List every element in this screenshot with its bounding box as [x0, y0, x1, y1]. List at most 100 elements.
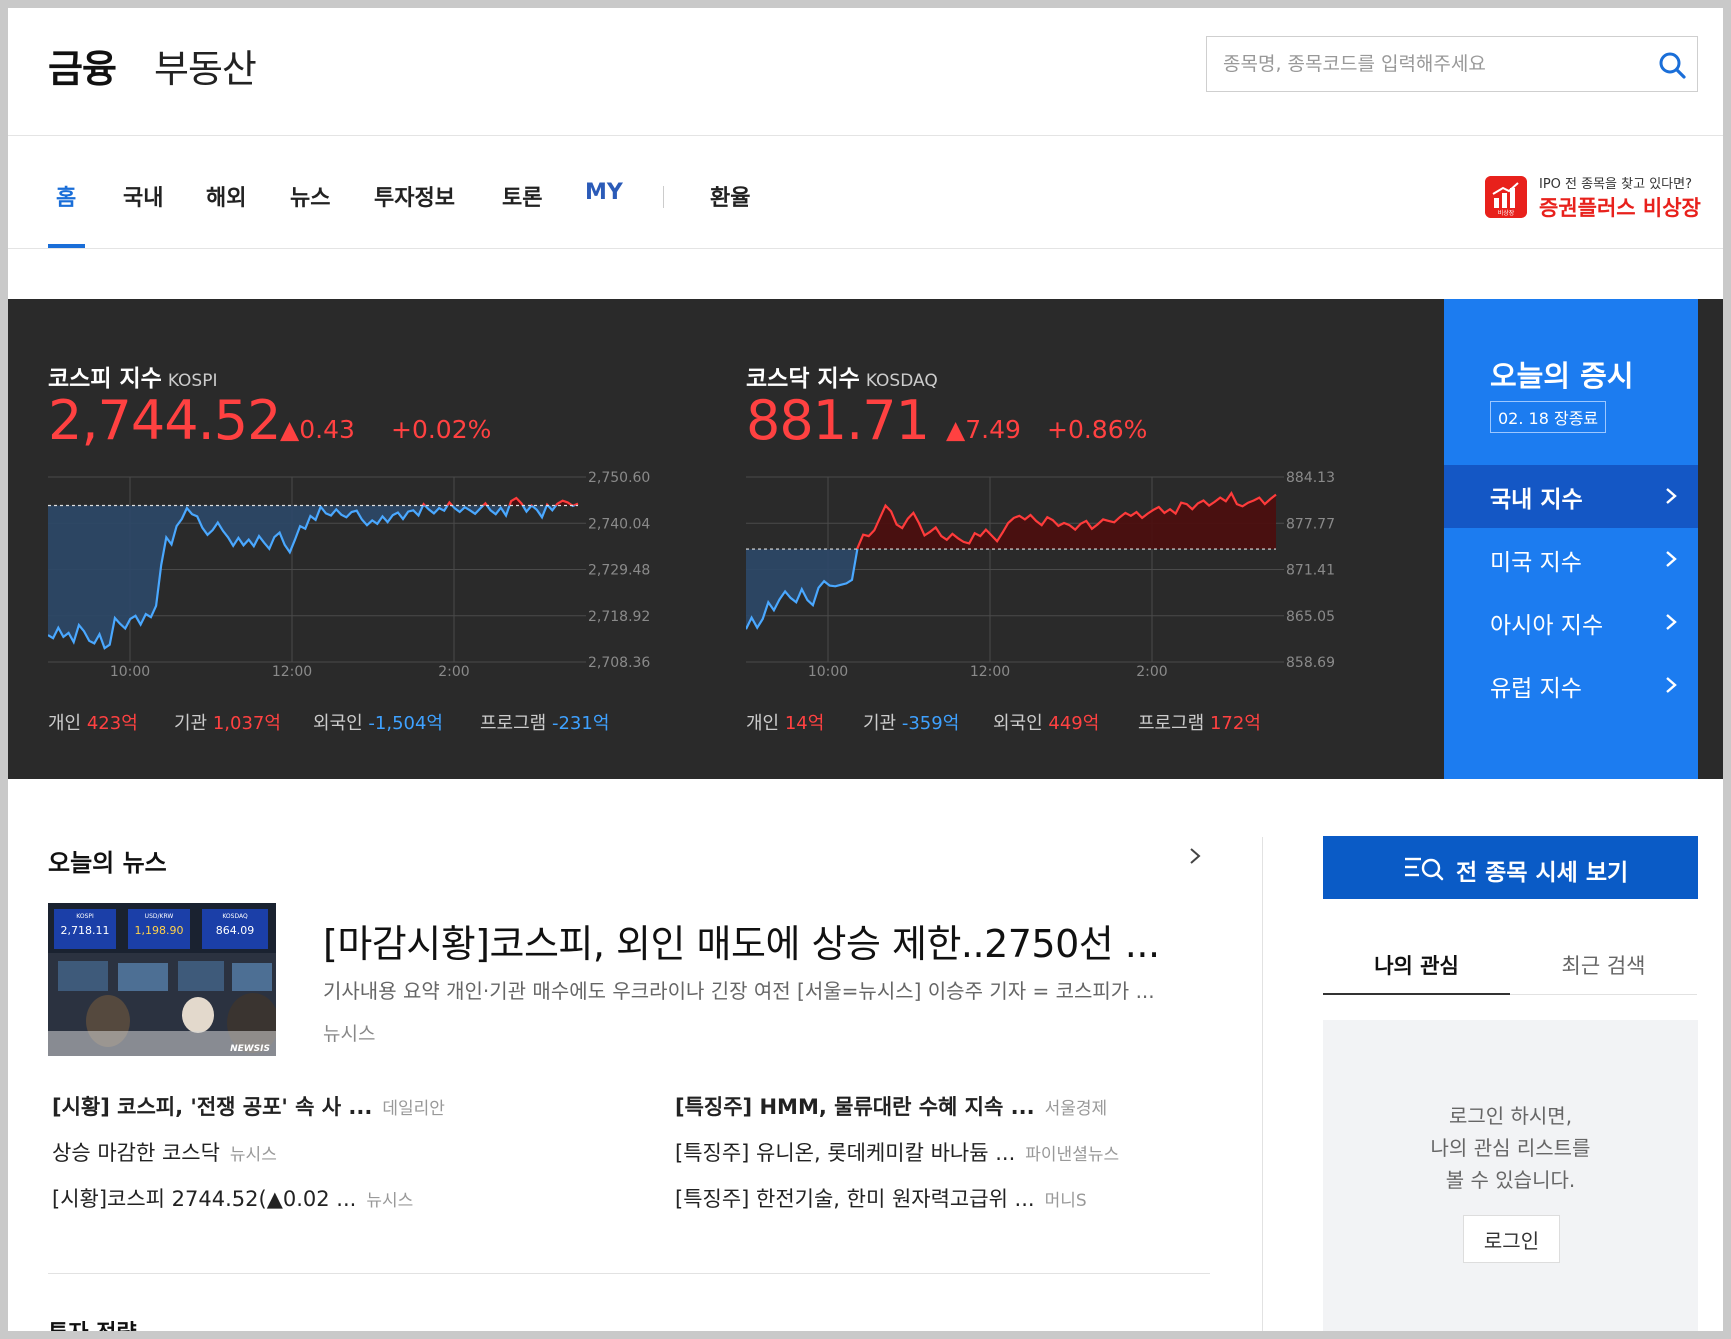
- tab-my-interest[interactable]: 나의 관심: [1323, 928, 1510, 995]
- flow-label: 개인: [48, 713, 87, 734]
- news-section-title: 오늘의 뉴스: [48, 849, 167, 877]
- site-header: 금융 부동산: [8, 8, 1723, 136]
- today-item-label: 국내 지수: [1490, 487, 1583, 513]
- nav-overseas[interactable]: 해외: [206, 180, 246, 212]
- news-list-item[interactable]: [특징주] 유니온, 롯데케미칼 바나듐 ... 파이낸셜뉴스: [675, 1137, 1119, 1167]
- board-value: 2,718.11: [61, 924, 110, 937]
- flow-value: -231억: [551, 713, 610, 734]
- y-tick-label: 2,740.04: [588, 516, 650, 532]
- index-name: 코스닥 지수 KOSDAQ: [746, 366, 938, 392]
- flow-label: 기관: [863, 713, 902, 734]
- all-stocks-price-button[interactable]: 전 종목 시세 보기: [1323, 836, 1698, 899]
- ad-title: 증권플러스 비상장: [1539, 196, 1701, 220]
- nav-divider: [663, 186, 664, 208]
- brand-realestate-link[interactable]: 부동산: [154, 38, 257, 93]
- search-box: [1206, 36, 1698, 92]
- login-button[interactable]: 로그인: [1463, 1215, 1560, 1263]
- y-tick-label: 2,718.92: [588, 609, 650, 625]
- index-change-pct: +0.86%: [1047, 415, 1148, 444]
- nav-news[interactable]: 뉴스: [290, 180, 330, 212]
- news-list-item[interactable]: [시황]코스피 2744.52(▲0.02 ... 뉴시스: [52, 1183, 413, 1213]
- news-source: 뉴시스: [323, 1023, 376, 1045]
- y-tick-label: 871.41: [1286, 563, 1335, 579]
- flow-label: 개인: [746, 713, 785, 734]
- flow-value: 1,037억: [212, 713, 281, 734]
- flow-value: -359억: [901, 713, 960, 734]
- search-input[interactable]: [1223, 49, 1643, 79]
- index-change: ▲0.43: [280, 415, 355, 444]
- news-list-item[interactable]: [시황] 코스피, '전쟁 공포' 속 사 ... 데일리안: [52, 1091, 445, 1121]
- today-item-europe-index[interactable]: 유럽 지수: [1444, 654, 1698, 717]
- news-thumbnail[interactable]: KOSPI USD/KRW KOSDAQ 2,718.11 1,198.90 8…: [48, 903, 276, 1056]
- index-en-name: KOSPI: [167, 371, 218, 391]
- x-tick-label: 12:00: [970, 664, 1010, 680]
- today-news-section: 오늘의 뉴스 KOSPI USD/KRW KOSDAQ 2,718.11 1,1…: [48, 779, 1210, 1331]
- column-divider: [1262, 837, 1263, 1331]
- flow-value: 423억: [86, 713, 138, 734]
- index-change: ▲7.49: [946, 415, 1021, 444]
- next-section-title: 투자 전략: [48, 1315, 137, 1331]
- index-value: 2,744.52: [48, 389, 281, 452]
- x-tick-label: 2:00: [438, 664, 469, 680]
- tab-recent-search[interactable]: 최근 검색: [1510, 928, 1697, 995]
- board-label: USD/KRW: [145, 913, 174, 920]
- kosdaq-chart[interactable]: 884.13 877.77 871.41 865.05 858.69 10:00 12:00…: [746, 457, 1386, 687]
- image-watermark: NEWSIS: [230, 1044, 270, 1054]
- news-list-item[interactable]: [특징주] 한전기술, 한미 원자력고급위 ... 머니S: [675, 1183, 1087, 1213]
- y-tick-label: 2,729.48: [588, 563, 650, 579]
- flow-value: -1,504억: [368, 713, 443, 734]
- x-tick-label: 10:00: [110, 664, 150, 680]
- login-prompt-box: 로그인 하시면, 나의 관심 리스트를 볼 수 있습니다. 로그인: [1323, 1020, 1698, 1331]
- investor-flow: 프로그램 -231억: [480, 709, 609, 735]
- y-tick-label: 2,708.36: [588, 655, 650, 671]
- nav-discussion[interactable]: 토론: [502, 180, 542, 212]
- news-list-item[interactable]: [특징주] HMM, 물류대란 수혜 지속 ... 서울경제: [675, 1091, 1107, 1121]
- flow-label: 프로그램: [1138, 713, 1210, 734]
- main-nav: 홈 국내 해외 뉴스 투자정보 토론 MY 환율 비상장 IPO 전 종목을 찾…: [8, 136, 1723, 249]
- news-list-item[interactable]: 상승 마감한 코스닥 뉴시스: [52, 1137, 277, 1167]
- kosdaq-index-card[interactable]: 코스닥 지수 KOSDAQ 881.71 ▲7.49 +0.86% 884.13 8…: [746, 299, 1386, 779]
- chevron-right-icon: [1666, 488, 1677, 504]
- today-item-label: 유럽 지수: [1490, 676, 1582, 702]
- today-item-us-index[interactable]: 미국 지수: [1444, 528, 1698, 591]
- index-name: 코스피 지수 KOSPI: [48, 366, 218, 392]
- investor-flow: 외국인 -1,504억: [313, 709, 443, 735]
- flow-label: 외국인: [993, 713, 1049, 734]
- investor-flow: 프로그램 172억: [1138, 709, 1261, 735]
- investor-flow: 개인 423억: [48, 709, 138, 735]
- y-tick-label: 858.69: [1286, 655, 1335, 671]
- today-market-title: 오늘의 증시: [1490, 359, 1634, 393]
- all-stocks-label: 전 종목 시세 보기: [1456, 860, 1629, 886]
- login-message: 로그인 하시면, 나의 관심 리스트를 볼 수 있습니다.: [1430, 1104, 1591, 1192]
- today-market-panel: 오늘의 증시 02. 18 장종료 국내 지수 미국 지수 아시아 지수 유럽 …: [1444, 299, 1698, 779]
- nav-active-indicator: [48, 244, 85, 248]
- y-tick-label: 884.13: [1286, 470, 1335, 486]
- chevron-right-icon: [1666, 551, 1677, 567]
- ad-logo-text: 비상장: [1498, 209, 1515, 217]
- today-item-domestic-index[interactable]: 국내 지수: [1444, 465, 1698, 528]
- section-divider: [48, 1273, 1210, 1274]
- page-frame: 금융 부동산 홈 국내 해외 뉴스 투자정보 토론 MY 환율: [8, 8, 1723, 1331]
- nav-my[interactable]: MY: [585, 180, 623, 205]
- search-icon[interactable]: [1657, 50, 1687, 80]
- x-tick-label: 2:00: [1136, 664, 1167, 680]
- kospi-chart[interactable]: 2,750.60 2,740.04 2,729.48 2,718.92 2,708.36…: [48, 457, 688, 687]
- nav-exchange-rate[interactable]: 환율: [710, 180, 750, 212]
- flow-label: 프로그램: [480, 713, 552, 734]
- ad-banner[interactable]: 비상장 IPO 전 종목을 찾고 있다면? 증권플러스 비상장: [1485, 172, 1701, 220]
- list-search-icon: [1405, 857, 1444, 881]
- ad-subtitle: IPO 전 종목을 찾고 있다면?: [1539, 177, 1692, 192]
- chevron-right-icon: [1666, 614, 1677, 630]
- brand-finance-link[interactable]: 금융: [48, 38, 117, 93]
- kospi-index-card[interactable]: 코스피 지수 KOSPI 2,744.52 ▲0.43 +0.02% 2,750.…: [48, 299, 688, 779]
- nav-home[interactable]: 홈: [56, 180, 76, 212]
- nav-investment-info[interactable]: 투자정보: [374, 180, 455, 212]
- nav-domestic[interactable]: 국내: [123, 180, 163, 212]
- market-close-badge: 02. 18 장종료: [1490, 401, 1607, 433]
- news-headline-link[interactable]: [마감시황]코스피, 외인 매도에 상승 제한..2750선 ...: [323, 913, 1213, 968]
- flow-value: 449억: [1048, 713, 1100, 734]
- y-tick-label: 865.05: [1286, 609, 1335, 625]
- market-panel: 코스피 지수 KOSPI 2,744.52 ▲0.43 +0.02% 2,750.…: [8, 299, 1723, 779]
- chevron-right-icon[interactable]: [1188, 845, 1202, 867]
- today-item-asia-index[interactable]: 아시아 지수: [1444, 591, 1698, 654]
